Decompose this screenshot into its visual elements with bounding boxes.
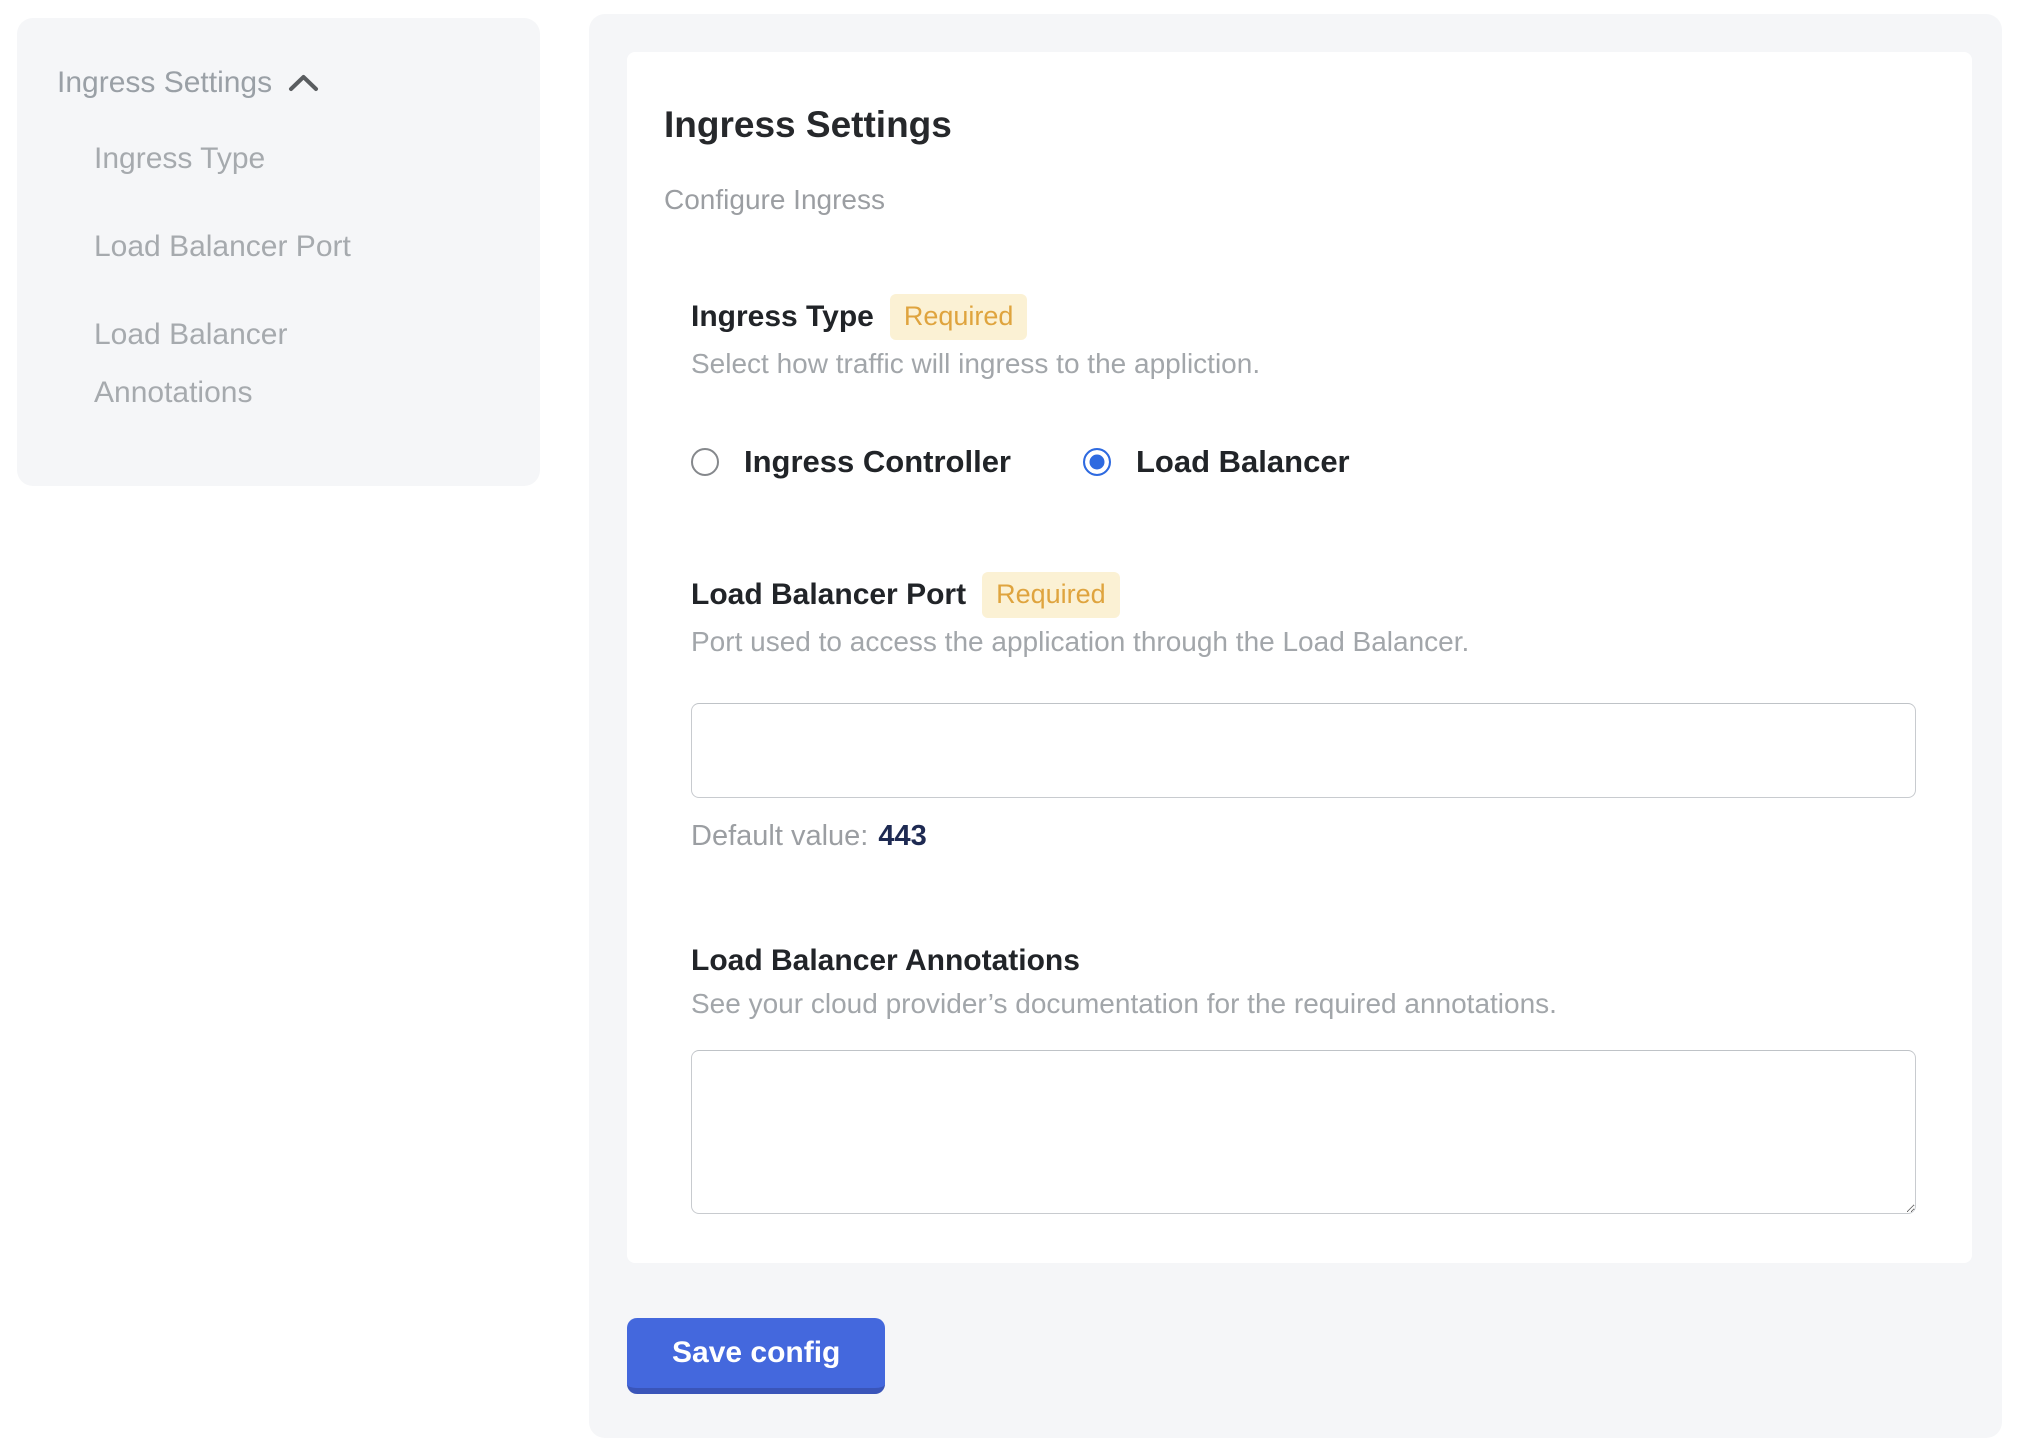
- page-title: Ingress Settings: [664, 102, 1916, 148]
- load-balancer-port-input[interactable]: [691, 703, 1916, 798]
- load-balancer-radio-label: Load Balancer: [1136, 444, 1350, 480]
- sidebar-item-list: Ingress Type Load Balancer Port Load Bal…: [94, 130, 500, 422]
- sidebar-section-label: Ingress Settings: [57, 66, 272, 100]
- settings-nav-sidebar: Ingress Settings Ingress Type Load Balan…: [17, 18, 540, 486]
- radio-option-load-balancer[interactable]: Load Balancer: [1083, 444, 1350, 480]
- page-subtitle: Configure Ingress: [664, 182, 1916, 218]
- sidebar-item-load-balancer-port[interactable]: Load Balancer Port: [94, 218, 404, 276]
- sidebar-item-load-balancer-annotations[interactable]: Load Balancer Annotations: [94, 306, 404, 422]
- load-balancer-port-label: Load Balancer Port: [691, 576, 966, 614]
- default-value: 443: [878, 820, 926, 852]
- field-load-balancer-port: Load Balancer Port Required Port used to…: [691, 572, 1916, 854]
- default-value-label: Default value:: [691, 820, 868, 852]
- ingress-settings-panel: Ingress Settings Configure Ingress Ingre…: [589, 14, 2002, 1438]
- field-load-balancer-annotations: Load Balancer Annotations See your cloud…: [691, 942, 1916, 1214]
- ingress-controller-radio-label: Ingress Controller: [744, 444, 1011, 480]
- required-badge: Required: [890, 294, 1028, 340]
- ingress-controller-radio[interactable]: [691, 448, 719, 476]
- sidebar-item-ingress-type[interactable]: Ingress Type: [94, 130, 404, 188]
- save-config-button[interactable]: Save config: [627, 1318, 885, 1394]
- ingress-settings-card: Ingress Settings Configure Ingress Ingre…: [627, 52, 1972, 1263]
- sidebar-section-ingress-settings[interactable]: Ingress Settings: [57, 66, 500, 100]
- default-value-row: Default value: 443: [691, 818, 1916, 854]
- required-badge: Required: [982, 572, 1120, 618]
- ingress-type-options: Ingress Controller Load Balancer: [691, 444, 1916, 480]
- load-balancer-annotations-label: Load Balancer Annotations: [691, 942, 1080, 980]
- ingress-settings-form: Ingress Type Required Select how traffic…: [664, 294, 1916, 1214]
- load-balancer-radio[interactable]: [1083, 448, 1111, 476]
- load-balancer-port-description: Port used to access the application thro…: [691, 624, 1916, 660]
- ingress-type-description: Select how traffic will ingress to the a…: [691, 346, 1916, 382]
- field-ingress-type: Ingress Type Required Select how traffic…: [691, 294, 1916, 480]
- ingress-type-label: Ingress Type: [691, 298, 874, 336]
- chevron-up-icon: [288, 73, 319, 93]
- load-balancer-annotations-description: See your cloud provider’s documentation …: [691, 986, 1916, 1022]
- load-balancer-annotations-textarea[interactable]: [691, 1050, 1916, 1214]
- radio-option-ingress-controller[interactable]: Ingress Controller: [691, 444, 1011, 480]
